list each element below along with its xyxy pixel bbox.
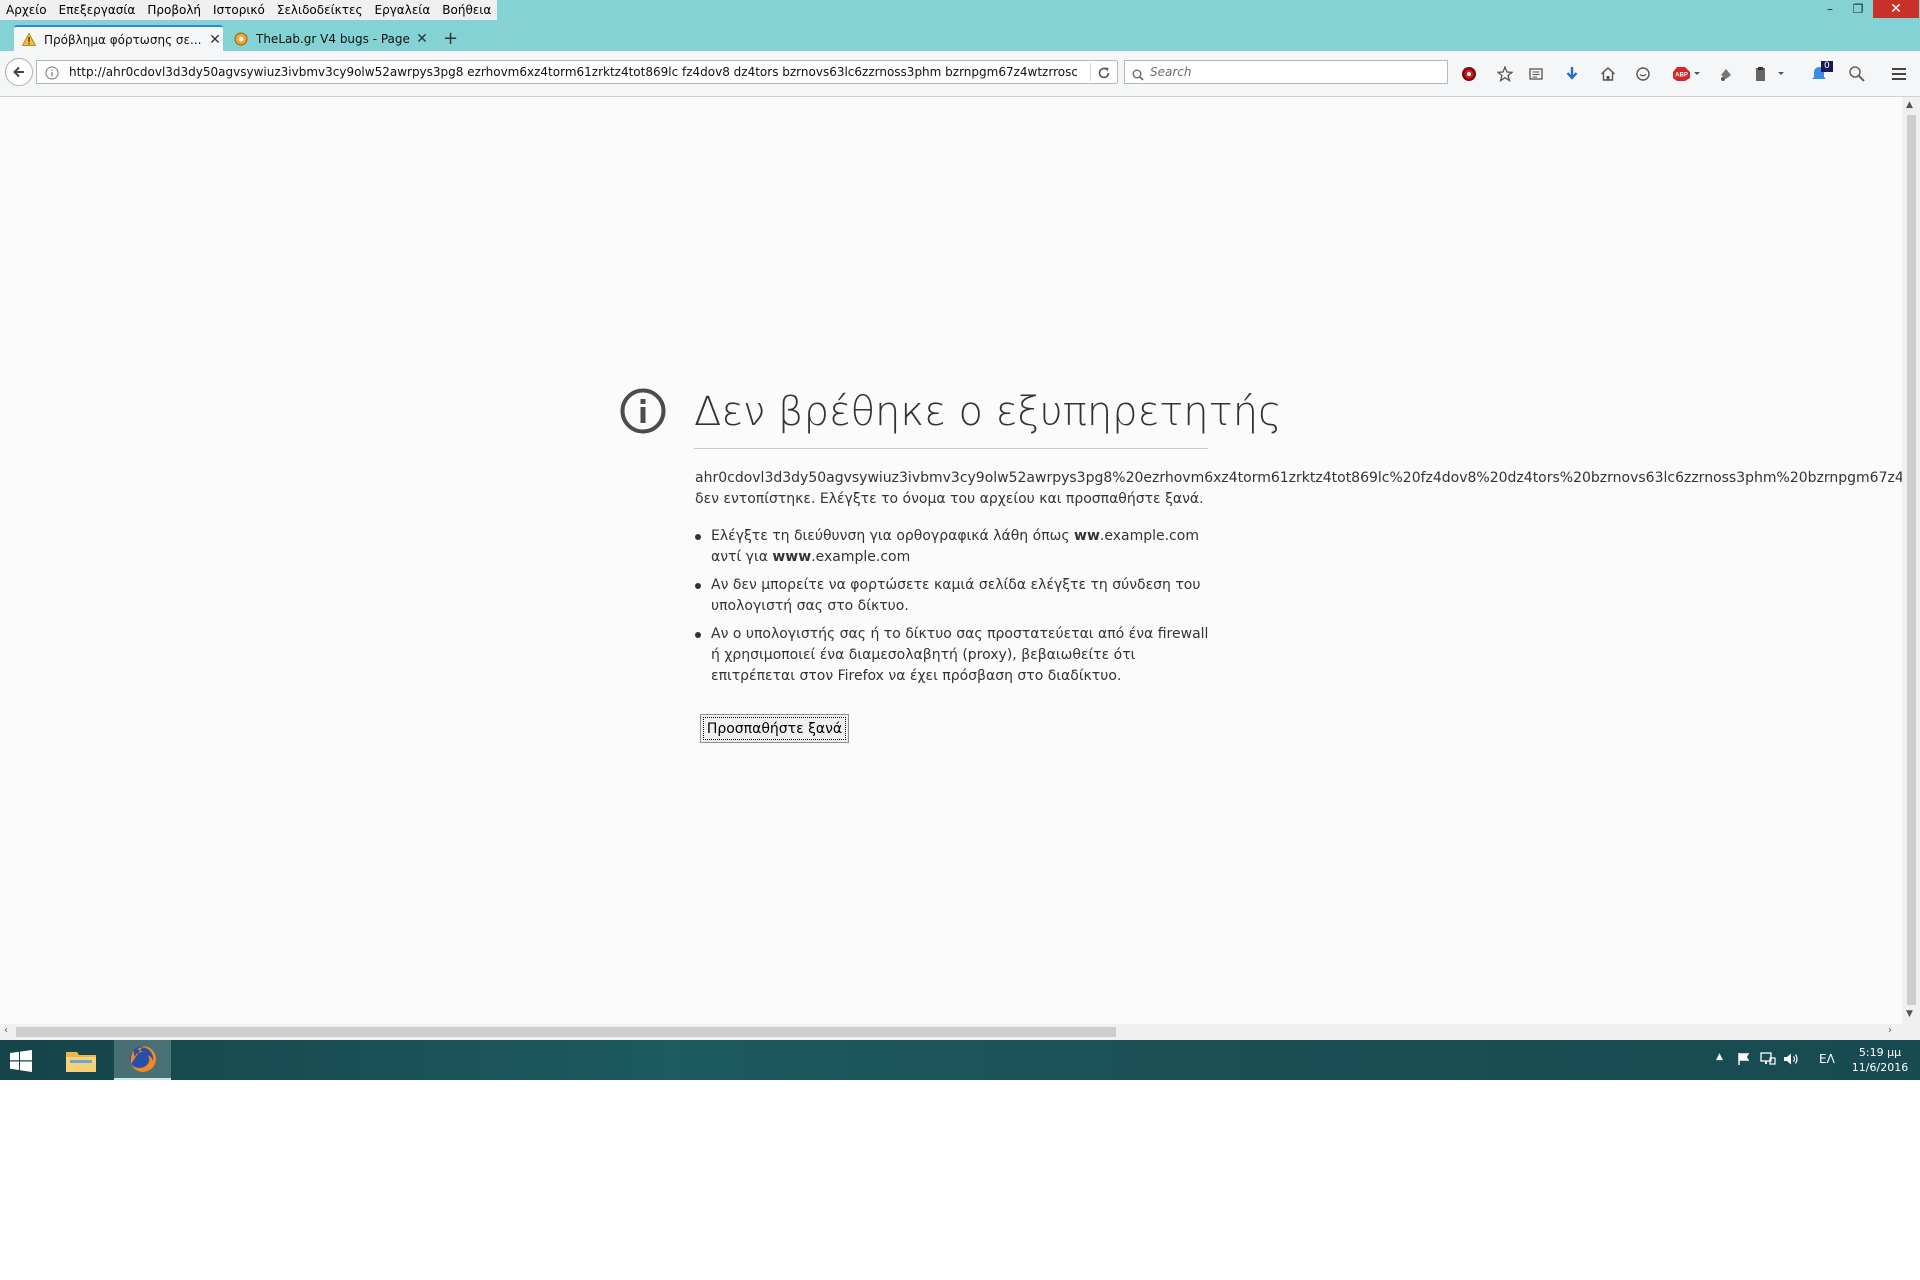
bookmark-star-icon[interactable] <box>1494 63 1516 85</box>
home-icon[interactable] <box>1597 63 1619 85</box>
menu-history[interactable]: Ιστορικό <box>207 0 271 20</box>
extension-icon[interactable] <box>1715 63 1737 85</box>
tab-thelab[interactable]: TheLab.gr V4 bugs - Page ... ✕ <box>230 25 430 52</box>
error-title: Δεν βρέθηκε ο εξυπηρετητής <box>694 387 1282 449</box>
hamburger-menu-icon[interactable] <box>1888 63 1910 85</box>
try-again-label: Προσπαθήστε ξανά <box>703 717 846 740</box>
scroll-right-icon[interactable]: › <box>1888 1025 1892 1036</box>
firefox-taskbar-button[interactable] <box>114 1040 171 1080</box>
url-bar[interactable]: http://ahr0cdovl3d3dy50agvsywiuz3ivbmv3c… <box>36 60 1118 84</box>
screen: Αρχείο Επεξεργασία Προβολή Ιστορικό Σελι… <box>0 0 1920 1080</box>
menu-bar: Αρχείο Επεξεργασία Προβολή Ιστορικό Σελι… <box>0 0 498 20</box>
suggestion-bold-ww: ww <box>1074 528 1100 544</box>
error-description: ahr0cdovl3d3dy50agvsywiuz3ivbmv3cy9olw52… <box>695 468 1902 510</box>
file-explorer-taskbar-button[interactable] <box>52 1040 109 1080</box>
system-clock[interactable]: 5:19 μμ 11/6/2016 <box>1850 1045 1910 1075</box>
search-input[interactable]: Search <box>1150 61 1192 83</box>
close-tab-icon[interactable]: ✕ <box>414 31 430 47</box>
try-again-button[interactable]: Προσπαθήστε ξανά <box>700 714 849 743</box>
menu-bookmarks[interactable]: Σελιδοδείκτες <box>271 0 369 20</box>
menu-edit[interactable]: Επεξεργασία <box>53 0 142 20</box>
tab-title: TheLab.gr V4 bugs - Page ... <box>256 31 414 46</box>
search-bar[interactable]: Search <box>1124 60 1448 84</box>
folder-icon <box>65 1052 96 1072</box>
vertical-scroll-thumb[interactable] <box>1907 115 1916 1005</box>
sync-icon[interactable] <box>1846 63 1868 85</box>
action-center-flag-icon[interactable] <box>1737 1052 1751 1069</box>
error-file-message: δεν εντοπίστηκε. Ελέγξτε το όνομα του αρ… <box>695 491 1204 507</box>
horizontal-scrollbar[interactable]: ‹ › <box>0 1024 1920 1040</box>
tab-title: Πρόβλημα φόρτωσης σε... <box>44 32 202 47</box>
chat-icon[interactable] <box>1632 63 1654 85</box>
suggestion-bold-www: www <box>772 549 812 565</box>
site-info-icon[interactable] <box>45 65 59 84</box>
scroll-left-icon[interactable]: ‹ <box>4 1025 8 1036</box>
clipboard-icon[interactable] <box>1751 63 1789 85</box>
warning-icon <box>22 33 40 46</box>
url-divider <box>1090 63 1091 81</box>
browser-titlebar: Αρχείο Επεξεργασία Προβολή Ιστορικό Σελι… <box>0 0 1920 52</box>
suggestion-text: .example.com <box>811 549 911 565</box>
site-favicon-icon <box>234 32 252 46</box>
restore-button[interactable]: ❐ <box>1843 0 1873 18</box>
close-window-button[interactable]: ✕ <box>1873 0 1919 18</box>
new-tab-button[interactable]: + <box>443 28 458 49</box>
error-suggestions: Ελέγξτε τη διεύθυνση για ορθογραφικά λάθ… <box>695 526 1215 694</box>
menu-tools[interactable]: Εργαλεία <box>369 0 437 20</box>
menu-file[interactable]: Αρχείο <box>0 0 53 20</box>
search-icon <box>1132 66 1144 85</box>
adblock-icon[interactable]: ABP <box>1670 63 1704 85</box>
vertical-scrollbar[interactable]: ▲ ▼ <box>1902 97 1920 1024</box>
show-hidden-icons[interactable]: ▲ <box>1716 1052 1723 1062</box>
url-text[interactable]: http://ahr0cdovl3d3dy50agvsywiuz3ivbmv3c… <box>69 61 1077 83</box>
clock-time: 5:19 μμ <box>1858 1046 1902 1059</box>
menu-help[interactable]: Βοήθεια <box>436 0 497 20</box>
back-arrow-icon <box>13 66 24 78</box>
suggestion-item: Αν ο υπολογιστής σας ή το δίκτυο σας προ… <box>695 624 1215 687</box>
notification-badge: 0 <box>1821 61 1833 72</box>
menu-view[interactable]: Προβολή <box>141 0 207 20</box>
suggestion-text: Ελέγξτε τη διεύθυνση για ορθογραφικά λάθ… <box>711 528 1075 544</box>
navigation-bar: http://ahr0cdovl3d3dy50agvsywiuz3ivbmv3c… <box>0 51 1920 97</box>
start-button[interactable] <box>10 1050 32 1076</box>
windows-taskbar: ▲ ΕΛ 5:19 μμ 11/6/2016 <box>0 1040 1920 1080</box>
scroll-down-icon[interactable]: ▼ <box>1906 1009 1913 1019</box>
download-icon[interactable] <box>1561 63 1583 85</box>
minimize-button[interactable]: – <box>1815 0 1845 18</box>
reload-icon[interactable] <box>1097 65 1111 84</box>
tab-error-page[interactable]: Πρόβλημα φόρτωσης σε... ✕ <box>14 25 223 52</box>
scroll-up-icon[interactable]: ▲ <box>1906 100 1913 110</box>
firefox-icon <box>129 1046 156 1072</box>
language-indicator[interactable]: ΕΛ <box>1819 1052 1835 1066</box>
volume-icon[interactable] <box>1783 1052 1799 1069</box>
reading-list-icon[interactable] <box>1525 63 1547 85</box>
clock-date: 11/6/2016 <box>1851 1061 1909 1074</box>
network-icon[interactable] <box>1760 1052 1776 1069</box>
suggestion-item: Ελέγξτε τη διεύθυνση για ορθογραφικά λάθ… <box>695 526 1215 568</box>
close-tab-icon[interactable]: ✕ <box>207 32 223 48</box>
suggestion-item: Αν δεν μπορείτε να φορτώσετε καμιά σελίδ… <box>695 575 1215 617</box>
info-icon <box>620 388 666 438</box>
back-button[interactable] <box>5 58 33 86</box>
error-file-name: ahr0cdovl3d3dy50agvsywiuz3ivbmv3cy9olw52… <box>695 470 1902 486</box>
notification-icon[interactable]: 0 <box>1811 61 1833 85</box>
horizontal-scroll-thumb[interactable] <box>16 1027 1116 1037</box>
svg-text:ABP: ABP <box>1675 73 1688 79</box>
record-extension-icon[interactable] <box>1458 63 1480 85</box>
